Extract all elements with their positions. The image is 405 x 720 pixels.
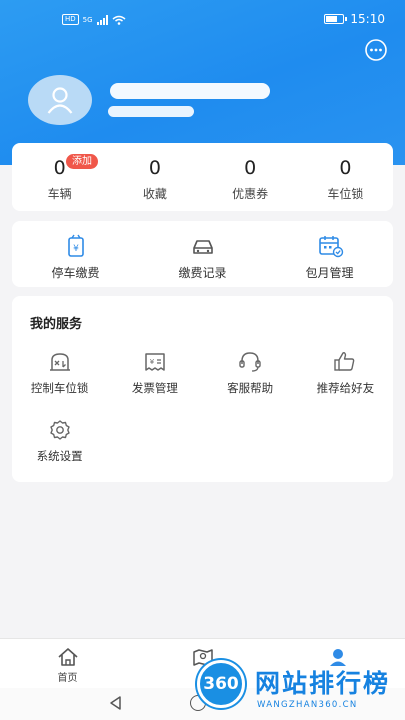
recommend-friends-button[interactable]: 推荐给好友 [298,346,393,398]
svg-text:¥: ¥ [150,358,155,366]
my-services-card: 我的服务 控制车位锁 ¥ 发票管理 客服帮助 推荐给好友 系统设置 [12,296,393,482]
home-icon [57,648,78,666]
watermark-url: WANGZHAN360.CN [257,700,358,710]
user-icon [47,87,73,114]
parking-lock-control-button[interactable]: 控制车位锁 [12,346,107,398]
username-redacted [110,83,270,99]
phone-redacted [108,106,194,117]
watermark-title: 网站排行榜 [255,669,391,698]
stat-value: 0 [339,157,352,179]
add-vehicle-badge[interactable]: 添加 [66,154,98,169]
headset-icon [239,352,261,372]
system-settings-button[interactable]: 系统设置 [12,414,107,466]
signal-icon [96,14,108,25]
stat-value: 0 [244,157,257,179]
message-icon[interactable] [364,38,388,62]
service-label: 控制车位锁 [30,381,89,395]
back-triangle-icon[interactable] [107,694,125,712]
quick-actions-card: ¥ 停车缴费 缴费记录 包月管理 [12,221,393,287]
car-icon [192,240,213,254]
service-label: 发票管理 [131,381,178,395]
tab-home[interactable]: 首页 [0,639,135,688]
service-label: 系统设置 [36,449,83,463]
stat-value: 0 [148,157,161,179]
svg-text:¥: ¥ [73,244,79,254]
yen-bag-icon: ¥ [67,234,84,257]
quick-action-label: 停车缴费 [51,266,100,280]
stat-favorites[interactable]: 0 收藏 [107,143,202,211]
quick-action-label: 包月管理 [305,266,354,280]
status-time: 15:10 [350,12,385,26]
stat-label: 车位锁 [327,187,364,201]
payment-history-button[interactable]: 缴费记录 [139,221,266,287]
parking-payment-button[interactable]: ¥ 停车缴费 [12,221,139,287]
calendar-check-icon [318,236,343,258]
network-badge: HD [62,14,79,25]
customer-service-button[interactable]: 客服帮助 [203,346,298,398]
monthly-pass-button[interactable]: 包月管理 [266,221,393,287]
service-label: 客服帮助 [227,381,274,395]
watermark-logo: 360 [197,660,245,708]
stat-coupons[interactable]: 0 优惠券 [203,143,298,211]
invoice-management-button[interactable]: ¥ 发票管理 [107,346,202,398]
tab-label: 首页 [57,673,78,684]
signal-label: 5G [82,15,93,24]
services-title: 我的服务 [30,317,83,332]
stat-vehicles[interactable]: 0 添加 车辆 [12,143,107,211]
parking-lock-icon [49,353,70,371]
site-watermark: 360 网站排行榜 WANGZHAN360.CN [193,656,405,720]
avatar[interactable] [28,75,92,125]
gear-icon [49,420,70,440]
stat-label: 优惠券 [232,187,269,201]
stat-label: 收藏 [142,187,167,201]
profile-header: HD 5G 15:10 [0,0,405,165]
stat-label: 车辆 [47,187,72,201]
status-bar: HD 5G 15:10 [0,10,405,30]
stat-parking-locks[interactable]: 0 车位锁 [298,143,393,211]
invoice-icon: ¥ [145,353,165,371]
quick-action-label: 缴费记录 [178,266,227,280]
battery-icon [324,14,348,24]
stats-card: 0 添加 车辆 0 收藏 0 优惠券 0 车位锁 [12,143,393,211]
wifi-icon [112,15,126,25]
thumbs-up-icon [334,352,355,371]
service-label: 推荐给好友 [316,381,375,395]
